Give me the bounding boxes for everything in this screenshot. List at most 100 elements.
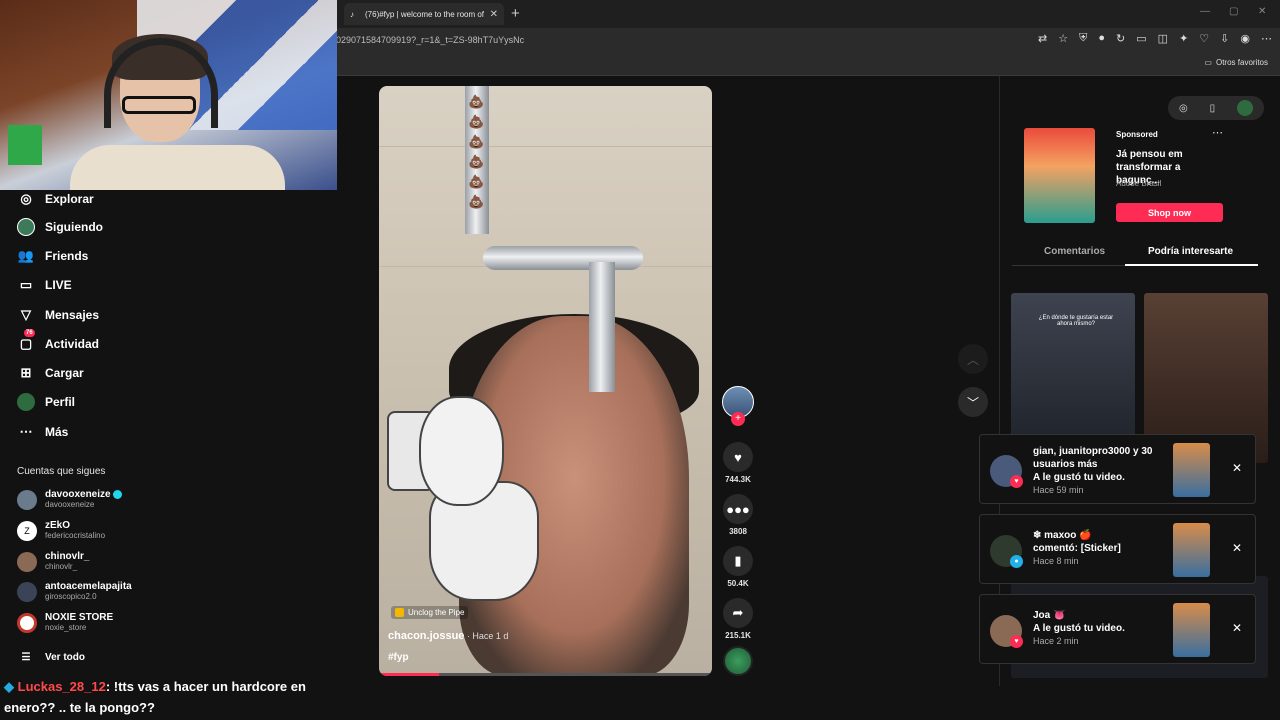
poop-icon: 💩 (468, 174, 485, 189)
tab-comments[interactable]: Comentarios (1044, 246, 1105, 257)
next-video-button[interactable]: ﹀ (958, 387, 988, 417)
notification-text: A le gustó tu video. (1033, 472, 1125, 483)
speed-icon[interactable]: ◎ (1179, 103, 1188, 114)
notification-card[interactable]: ♥ Joa 👅 A le gustó tu video. Hace 2 min … (979, 594, 1256, 664)
ad-brand: Adobe Brasil (1116, 179, 1162, 188)
author-name: chacon.jossue (388, 630, 465, 642)
video-player[interactable]: 💩 💩 💩 💩 💩 💩 Unclog the Pipe chacon.jossu… (379, 86, 712, 676)
toilet-lid (419, 396, 504, 506)
toolbar-icons: ⇄ ☆ ⛨ ● ↻ ▭ ◫ ✦ ♡ ⇩ ◉ ⋯ (1038, 32, 1272, 45)
notification-text: comentó: [Sticker] (1033, 543, 1121, 554)
like-button[interactable]: ♥ (723, 442, 753, 472)
avatar (17, 612, 37, 633)
other-bookmarks[interactable]: ▭ Otros favoritos (1204, 58, 1268, 67)
account-name: antoacemelapajita (45, 581, 132, 592)
account-item[interactable]: chinovlr_ chinovlr_ (17, 551, 89, 572)
friends-icon: 👥 (17, 248, 35, 263)
sidebar-item-live[interactable]: ▭ LIVE (17, 276, 72, 294)
star-icon[interactable]: ☆ (1058, 32, 1068, 45)
poop-icon: 💩 (468, 94, 485, 109)
sidebar-item-friends[interactable]: 👥 Friends (17, 247, 88, 265)
sidebar-item-label: Cargar (45, 366, 84, 380)
tab-title: (76)#fyp | welcome to the room of (365, 9, 484, 19)
account-item[interactable]: NOXIE STORE noxie_store (17, 612, 113, 633)
follow-plus-icon[interactable]: + (731, 412, 745, 426)
like-count: 744.3K (725, 475, 751, 484)
phone-icon[interactable]: ▯ (1210, 103, 1216, 114)
sidebar-item-mas[interactable]: ⋯ Más (17, 423, 69, 441)
heart-badge-icon: ♥ (1010, 635, 1023, 648)
panel-tabs: Comentarios Podría interesarte (1012, 240, 1258, 266)
browser-tab[interactable]: ♪ (76)#fyp | welcome to the room of ✕ (344, 3, 504, 25)
sidebar-item-mensajes[interactable]: ▽ Mensajes (17, 306, 99, 324)
share-button[interactable]: ➦ (723, 598, 753, 628)
see-all-link[interactable]: ☰ Ver todo (17, 648, 86, 666)
share-icon: ➦ (732, 605, 744, 620)
tab-interest[interactable]: Podría interesarte (1148, 246, 1233, 257)
comment-button[interactable]: ●●● (723, 494, 753, 524)
sidebar-item-actividad[interactable]: ▢ 76 Actividad (17, 329, 99, 353)
shop-now-button[interactable]: Shop now (1116, 203, 1223, 222)
sidebar-item-perfil[interactable]: Perfil (17, 393, 75, 411)
activity-badge: 76 (24, 329, 35, 337)
poop-icon: 💩 (468, 114, 485, 129)
puzzle-icon[interactable]: ✦ (1179, 32, 1188, 45)
ad-thumbnail[interactable] (1024, 128, 1095, 223)
tab-close-icon[interactable]: ✕ (490, 9, 498, 20)
sidebar-item-cargar[interactable]: ⊞ Cargar (17, 364, 84, 382)
ad-more-icon[interactable]: ⋯ (1212, 126, 1223, 139)
download-icon[interactable]: ⇩ (1220, 32, 1229, 45)
split-icon[interactable]: ◫ (1158, 32, 1168, 45)
new-tab-button[interactable]: + (511, 5, 520, 22)
video-progress-bar[interactable] (379, 673, 712, 676)
save-button[interactable]: ▮ (723, 546, 753, 576)
music-disc-icon[interactable] (723, 646, 753, 676)
ceiling-tile-line (379, 146, 712, 147)
prev-video-button[interactable]: ︿ (958, 344, 988, 374)
menu-icon[interactable]: ⋯ (1261, 32, 1272, 45)
notification-text: A le gustó tu video. (1033, 623, 1125, 634)
account-item[interactable]: davooxeneize davooxeneize (17, 489, 122, 510)
extension-icon[interactable]: ● (1098, 32, 1105, 45)
user-avatar-icon[interactable] (1237, 100, 1254, 116)
heart-icon: ♥ (734, 449, 742, 465)
maximize-icon[interactable]: ▢ (1229, 6, 1238, 17)
comment-count: 3808 (729, 527, 747, 536)
sidebar: ◎ Explorar Siguiendo 👥 Friends ▭ LIVE ▽ … (0, 190, 337, 680)
translate-icon[interactable]: ⇄ (1038, 32, 1047, 45)
avatar (17, 581, 37, 602)
refresh-icon[interactable]: ↻ (1116, 32, 1125, 45)
notification-card[interactable]: ♥ gian, juanitopro3000 y 30 usuarios más… (979, 434, 1256, 504)
sidebar-item-siguiendo[interactable]: Siguiendo (17, 218, 103, 236)
close-icon[interactable]: ✕ (1232, 541, 1242, 555)
close-icon[interactable]: ✕ (1232, 461, 1242, 475)
account-item[interactable]: Z zEkO federicocristalino (17, 520, 105, 541)
notification-time: Hace 2 min (1033, 636, 1079, 646)
notification-time: Hace 8 min (1033, 556, 1079, 566)
notification-card[interactable]: ● ❄ maxoo 🍎 comentó: [Sticker] Hace 8 mi… (979, 514, 1256, 584)
save-count: 50.4K (727, 579, 749, 588)
action-column: + ♥ 744.3K ●●● 3808 ▮ 50.4K ➦ 215.1K (721, 386, 755, 676)
notification-title: ❄ maxoo 🍎 (1033, 530, 1092, 541)
minimize-icon[interactable]: — (1200, 6, 1210, 17)
effect-tag[interactable]: Unclog the Pipe (391, 606, 469, 619)
video-author[interactable]: chacon.jossue · Hace 1 d (388, 630, 508, 642)
url-text[interactable]: 029071584709919?_r=1&_t=ZS-98hT7uYysNc (336, 35, 524, 45)
cast-icon[interactable]: ▭ (1136, 32, 1146, 45)
video-hashtag[interactable]: #fyp (388, 652, 409, 663)
see-all-label: Ver todo (45, 651, 86, 663)
pipe-drop (589, 262, 615, 392)
poop-icon: 💩 (468, 194, 485, 209)
streamer-shirt (70, 145, 285, 190)
video-time: · Hace 1 d (464, 631, 509, 641)
close-icon[interactable]: ✕ (1232, 621, 1242, 635)
sidebar-item-explorar[interactable]: ◎ Explorar (17, 190, 93, 208)
heart-icon[interactable]: ♡ (1199, 32, 1209, 45)
account-handle: chinovlr_ (45, 562, 78, 571)
shield-icon[interactable]: ⛨ (1079, 32, 1087, 45)
profile-icon[interactable]: ◉ (1240, 32, 1250, 45)
tiktok-icon: ♪ (350, 9, 354, 19)
close-window-icon[interactable]: ✕ (1258, 6, 1266, 17)
account-name: NOXIE STORE (45, 612, 114, 623)
account-item[interactable]: antoacemelapajita giroscopico2.0 (17, 581, 132, 602)
